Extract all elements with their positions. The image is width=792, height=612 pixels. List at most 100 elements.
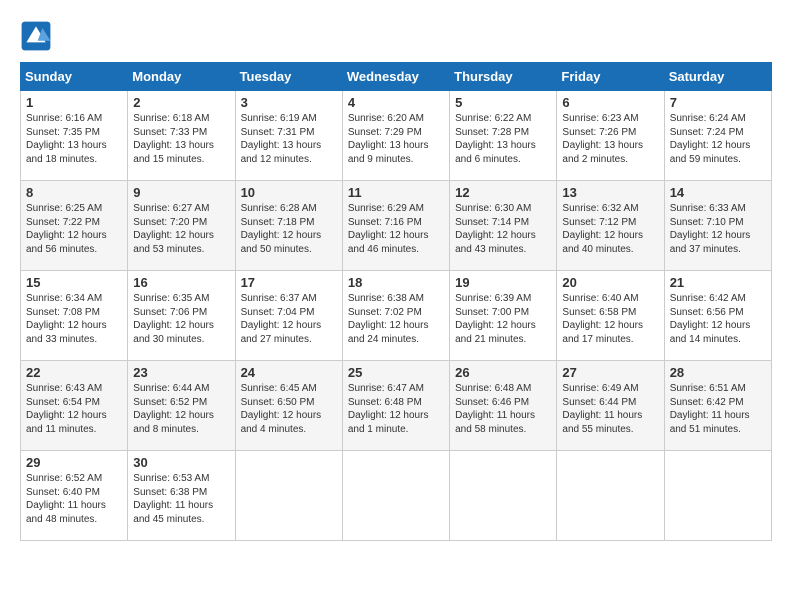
day-number: 14 [670, 185, 766, 200]
calendar-cell-empty-4-3 [342, 451, 449, 541]
calendar-week-2: 8 Sunrise: 6:25 AMSunset: 7:22 PMDaylight… [21, 181, 772, 271]
calendar-cell-26: 26 Sunrise: 6:48 AMSunset: 6:46 PMDayligh… [450, 361, 557, 451]
day-number: 21 [670, 275, 766, 290]
cell-info: Sunrise: 6:48 AMSunset: 6:46 PMDaylight:… [455, 383, 535, 435]
cell-info: Sunrise: 6:43 AMSunset: 6:54 PMDaylight:… [26, 383, 107, 435]
day-number: 7 [670, 95, 766, 110]
calendar-cell-8: 8 Sunrise: 6:25 AMSunset: 7:22 PMDaylight… [21, 181, 128, 271]
day-number: 23 [133, 365, 229, 380]
calendar-cell-21: 21 Sunrise: 6:42 AMSunset: 6:56 PMDayligh… [664, 271, 771, 361]
calendar-cell-13: 13Sunrise: 6:32 AMSunset: 7:12 PMDayligh… [557, 181, 664, 271]
calendar-cell-1: 1 Sunrise: 6:16 AMSunset: 7:35 PMDaylight… [21, 91, 128, 181]
day-number: 25 [348, 365, 444, 380]
calendar-week-5: 29Sunrise: 6:52 AMSunset: 6:40 PMDayligh… [21, 451, 772, 541]
logo [20, 20, 56, 52]
cell-info: Sunrise: 6:20 AMSunset: 7:29 PMDaylight:… [348, 113, 429, 165]
day-number: 20 [562, 275, 658, 290]
weekday-header-wednesday: Wednesday [342, 63, 449, 91]
weekday-header-saturday: Saturday [664, 63, 771, 91]
cell-info: Sunrise: 6:49 AMSunset: 6:44 PMDaylight:… [562, 383, 642, 435]
cell-info: Sunrise: 6:52 AMSunset: 6:40 PMDaylight:… [26, 473, 106, 525]
calendar-week-4: 22 Sunrise: 6:43 AMSunset: 6:54 PMDayligh… [21, 361, 772, 451]
cell-info: Sunrise: 6:27 AMSunset: 7:20 PMDaylight:… [133, 203, 214, 255]
day-number: 30 [133, 455, 229, 470]
cell-info: Sunrise: 6:29 AMSunset: 7:16 PMDaylight:… [348, 203, 429, 255]
calendar-cell-empty-4-5 [557, 451, 664, 541]
calendar-cell-17: 17 Sunrise: 6:37 AMSunset: 7:04 PMDayligh… [235, 271, 342, 361]
day-number: 27 [562, 365, 658, 380]
calendar-cell-19: 19 Sunrise: 6:39 AMSunset: 7:00 PMDayligh… [450, 271, 557, 361]
weekday-header-thursday: Thursday [450, 63, 557, 91]
cell-info: Sunrise: 6:37 AMSunset: 7:04 PMDaylight:… [241, 293, 322, 345]
calendar-cell-empty-4-4 [450, 451, 557, 541]
calendar-cell-2: 2 Sunrise: 6:18 AMSunset: 7:33 PMDaylight… [128, 91, 235, 181]
cell-info: Sunrise: 6:24 AMSunset: 7:24 PMDaylight:… [670, 113, 751, 165]
calendar-cell-29: 29Sunrise: 6:52 AMSunset: 6:40 PMDayligh… [21, 451, 128, 541]
cell-info: Sunrise: 6:53 AMSunset: 6:38 PMDaylight:… [133, 473, 213, 525]
page-header [20, 20, 772, 52]
weekday-header-tuesday: Tuesday [235, 63, 342, 91]
day-number: 2 [133, 95, 229, 110]
calendar-cell-28: 28Sunrise: 6:51 AMSunset: 6:42 PMDayligh… [664, 361, 771, 451]
calendar-cell-30: 30 Sunrise: 6:53 AMSunset: 6:38 PMDayligh… [128, 451, 235, 541]
cell-info: Sunrise: 6:18 AMSunset: 7:33 PMDaylight:… [133, 113, 214, 165]
cell-info: Sunrise: 6:28 AMSunset: 7:18 PMDaylight:… [241, 203, 322, 255]
day-number: 5 [455, 95, 551, 110]
calendar-cell-3: 3 Sunrise: 6:19 AMSunset: 7:31 PMDaylight… [235, 91, 342, 181]
calendar-week-1: 1 Sunrise: 6:16 AMSunset: 7:35 PMDaylight… [21, 91, 772, 181]
cell-info: Sunrise: 6:19 AMSunset: 7:31 PMDaylight:… [241, 113, 322, 165]
calendar-cell-24: 24 Sunrise: 6:45 AMSunset: 6:50 PMDayligh… [235, 361, 342, 451]
day-number: 15 [26, 275, 122, 290]
calendar-table: SundayMondayTuesdayWednesdayThursdayFrid… [20, 62, 772, 541]
day-number: 11 [348, 185, 444, 200]
calendar-cell-6: 6 Sunrise: 6:23 AMSunset: 7:26 PMDaylight… [557, 91, 664, 181]
day-number: 24 [241, 365, 337, 380]
cell-info: Sunrise: 6:33 AMSunset: 7:10 PMDaylight:… [670, 203, 751, 255]
logo-icon [20, 20, 52, 52]
day-number: 4 [348, 95, 444, 110]
cell-info: Sunrise: 6:35 AMSunset: 7:06 PMDaylight:… [133, 293, 214, 345]
day-number: 28 [670, 365, 766, 380]
calendar-cell-20: 20 Sunrise: 6:40 AMSunset: 6:58 PMDayligh… [557, 271, 664, 361]
calendar-cell-15: 15 Sunrise: 6:34 AMSunset: 7:08 PMDayligh… [21, 271, 128, 361]
cell-info: Sunrise: 6:23 AMSunset: 7:26 PMDaylight:… [562, 113, 643, 165]
calendar-cell-25: 25 Sunrise: 6:47 AMSunset: 6:48 PMDayligh… [342, 361, 449, 451]
cell-info: Sunrise: 6:16 AMSunset: 7:35 PMDaylight:… [26, 113, 107, 165]
day-number: 17 [241, 275, 337, 290]
cell-info: Sunrise: 6:38 AMSunset: 7:02 PMDaylight:… [348, 293, 429, 345]
calendar-cell-23: 23 Sunrise: 6:44 AMSunset: 6:52 PMDayligh… [128, 361, 235, 451]
calendar-cell-4: 4 Sunrise: 6:20 AMSunset: 7:29 PMDaylight… [342, 91, 449, 181]
calendar-cell-16: 16 Sunrise: 6:35 AMSunset: 7:06 PMDayligh… [128, 271, 235, 361]
cell-info: Sunrise: 6:39 AMSunset: 7:00 PMDaylight:… [455, 293, 536, 345]
calendar-week-3: 15 Sunrise: 6:34 AMSunset: 7:08 PMDayligh… [21, 271, 772, 361]
day-number: 22 [26, 365, 122, 380]
day-number: 8 [26, 185, 122, 200]
day-number: 6 [562, 95, 658, 110]
calendar-cell-22: 22 Sunrise: 6:43 AMSunset: 6:54 PMDayligh… [21, 361, 128, 451]
calendar-cell-27: 27 Sunrise: 6:49 AMSunset: 6:44 PMDayligh… [557, 361, 664, 451]
weekday-header-sunday: Sunday [21, 63, 128, 91]
day-number: 16 [133, 275, 229, 290]
cell-info: Sunrise: 6:40 AMSunset: 6:58 PMDaylight:… [562, 293, 643, 345]
weekday-header-monday: Monday [128, 63, 235, 91]
calendar-cell-11: 11 Sunrise: 6:29 AMSunset: 7:16 PMDayligh… [342, 181, 449, 271]
calendar-cell-5: 5 Sunrise: 6:22 AMSunset: 7:28 PMDaylight… [450, 91, 557, 181]
cell-info: Sunrise: 6:44 AMSunset: 6:52 PMDaylight:… [133, 383, 214, 435]
day-number: 26 [455, 365, 551, 380]
cell-info: Sunrise: 6:47 AMSunset: 6:48 PMDaylight:… [348, 383, 429, 435]
weekday-header-row: SundayMondayTuesdayWednesdayThursdayFrid… [21, 63, 772, 91]
cell-info: Sunrise: 6:22 AMSunset: 7:28 PMDaylight:… [455, 113, 536, 165]
day-number: 19 [455, 275, 551, 290]
calendar-cell-18: 18Sunrise: 6:38 AMSunset: 7:02 PMDayligh… [342, 271, 449, 361]
day-number: 3 [241, 95, 337, 110]
day-number: 9 [133, 185, 229, 200]
calendar-cell-10: 10Sunrise: 6:28 AMSunset: 7:18 PMDayligh… [235, 181, 342, 271]
cell-info: Sunrise: 6:25 AMSunset: 7:22 PMDaylight:… [26, 203, 107, 255]
cell-info: Sunrise: 6:45 AMSunset: 6:50 PMDaylight:… [241, 383, 322, 435]
calendar-cell-empty-4-2 [235, 451, 342, 541]
cell-info: Sunrise: 6:34 AMSunset: 7:08 PMDaylight:… [26, 293, 107, 345]
cell-info: Sunrise: 6:42 AMSunset: 6:56 PMDaylight:… [670, 293, 751, 345]
day-number: 1 [26, 95, 122, 110]
cell-info: Sunrise: 6:30 AMSunset: 7:14 PMDaylight:… [455, 203, 536, 255]
calendar-cell-12: 12Sunrise: 6:30 AMSunset: 7:14 PMDayligh… [450, 181, 557, 271]
